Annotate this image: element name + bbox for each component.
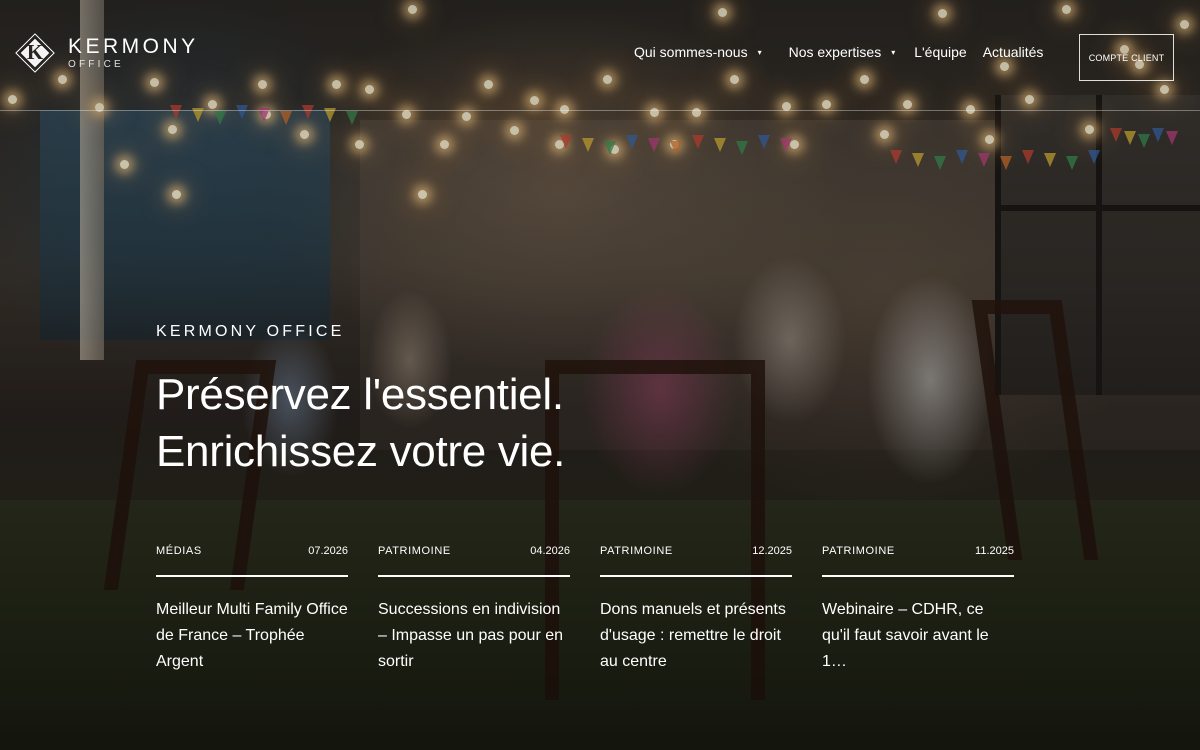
nav-item-qui-sommes-nous[interactable]: Qui sommes-nous ▾: [634, 44, 762, 60]
brand-logo[interactable]: K KERMONY OFFICE: [15, 33, 199, 73]
nav-item-label: Nos expertises: [788, 44, 882, 60]
nav-item-label: L'équipe: [914, 44, 967, 60]
brand-name: KERMONY: [68, 35, 199, 58]
chevron-down-icon: ▾: [891, 47, 896, 57]
news-card-date: 12.2025: [752, 545, 792, 557]
news-card-divider: [378, 575, 570, 577]
nav-item-equipe[interactable]: L'équipe: [914, 44, 967, 60]
main-nav: Qui sommes-nous ▾ Nos expertises ▾ L'équ…: [634, 44, 1043, 60]
hero-headline-line-1: Préservez l'essentiel.: [156, 370, 564, 419]
news-card-category: PATRIMOINE: [822, 545, 895, 557]
nav-item-label: Actualités: [982, 44, 1044, 60]
news-card[interactable]: PATRIMOINE 11.2025 Webinaire – CDHR, ce …: [822, 544, 1014, 675]
nav-item-label: Qui sommes-nous: [634, 44, 748, 60]
news-card-title[interactable]: Successions en indivision – Impasse un p…: [378, 597, 570, 675]
news-card-date: 07.2026: [308, 545, 348, 557]
news-card-date: 11.2025: [975, 545, 1014, 557]
hero-headline: Préservez l'essentiel. Enrichissez votre…: [156, 366, 856, 480]
news-card[interactable]: PATRIMOINE 12.2025 Dons manuels et prése…: [600, 544, 792, 675]
news-card-divider: [156, 575, 348, 577]
brand-wordmark: KERMONY OFFICE: [68, 36, 199, 70]
news-card-meta: MÉDIAS 07.2026: [156, 544, 348, 558]
news-card[interactable]: PATRIMOINE 04.2026 Successions en indivi…: [378, 544, 570, 675]
news-card-category: MÉDIAS: [156, 545, 202, 557]
nav-item-nos-expertises[interactable]: Nos expertises ▾: [789, 44, 896, 60]
news-card-title[interactable]: Dons manuels et présents d'usage : remet…: [600, 597, 792, 675]
hero-headline-line-2: Enrichissez votre vie.: [156, 427, 566, 476]
news-card-meta: PATRIMOINE 12.2025: [600, 544, 792, 558]
news-card-title[interactable]: Meilleur Multi Family Office de France –…: [156, 597, 348, 675]
news-card-meta: PATRIMOINE 11.2025: [822, 544, 1014, 558]
news-cards: MÉDIAS 07.2026 Meilleur Multi Family Off…: [156, 544, 1014, 675]
client-account-button[interactable]: COMPTE CLIENT: [1079, 34, 1174, 81]
logo-letter: K: [26, 40, 44, 64]
nav-item-actualites[interactable]: Actualités: [983, 44, 1044, 60]
news-card-date: 04.2026: [530, 545, 570, 557]
news-card-category: PATRIMOINE: [378, 545, 451, 557]
news-card-divider: [600, 575, 792, 577]
news-card-title[interactable]: Webinaire – CDHR, ce qu'il faut savoir a…: [822, 597, 1014, 675]
news-card-meta: PATRIMOINE 04.2026: [378, 544, 570, 558]
hero-eyebrow: KERMONY OFFICE: [156, 323, 345, 340]
news-card-category: PATRIMOINE: [600, 545, 673, 557]
news-card-divider: [822, 575, 1014, 577]
chevron-down-icon: ▾: [757, 47, 762, 57]
news-card[interactable]: MÉDIAS 07.2026 Meilleur Multi Family Off…: [156, 544, 348, 675]
brand-mark-icon: K: [15, 33, 55, 73]
site-header: K KERMONY OFFICE Qui sommes-nous ▾ Nos e…: [0, 0, 1200, 111]
brand-subtitle: OFFICE: [68, 59, 124, 70]
